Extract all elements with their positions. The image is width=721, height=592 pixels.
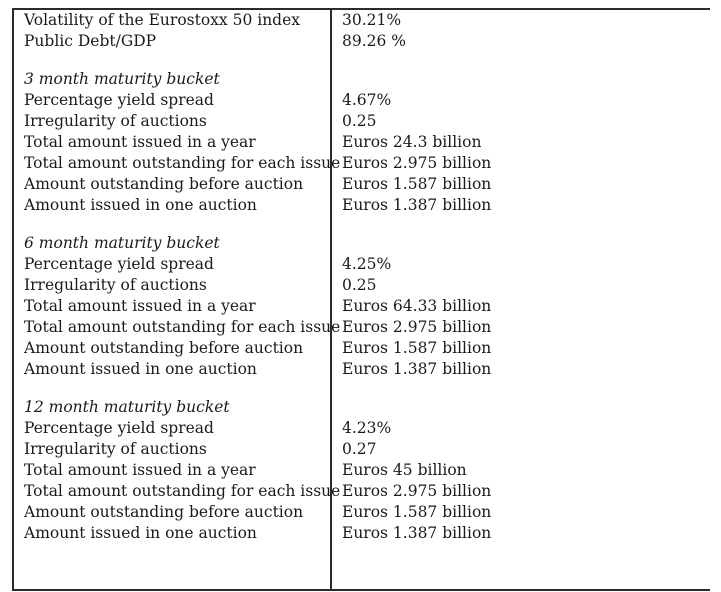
table-row: Total amount outstanding for each issue E… [12,317,710,338]
table-row: Public Debt/GDP 89.26 % [12,31,710,52]
row-value: 0.27 [342,440,377,458]
row-label: Amount outstanding before auction [24,503,304,521]
row-value: Euros 1.387 billion [342,360,492,378]
table-spacer-row [12,52,710,69]
row-label: Total amount outstanding for each issue [24,318,341,336]
table-row: Irregularity of auctions 0.27 [12,439,710,460]
row-label: Total amount outstanding for each issue [24,482,341,500]
row-label: Irregularity of auctions [24,276,207,294]
table-section-header-row: 3 month maturity bucket [12,69,710,90]
row-label: Irregularity of auctions [24,440,207,458]
table-row: Total amount outstanding for each issue E… [12,481,710,502]
table-body: Volatility of the Eurostoxx 50 index 30.2… [12,10,710,544]
row-label: Total amount issued in a year [24,461,256,479]
row-value: Euros 1.587 billion [342,339,492,357]
table-header-row-cropped [12,0,710,8]
table-bottom-rule [12,589,710,591]
row-value: Euros 2.975 billion [342,482,492,500]
table-row: Amount outstanding before auction Euros 1… [12,502,710,523]
table-row: Amount issued in one auction Euros 1.387 … [12,359,710,380]
table-row: Irregularity of auctions 0.25 [12,111,710,132]
table-row: Percentage yield spread 4.25% [12,254,710,275]
table-section-header-row: 6 month maturity bucket [12,233,710,254]
row-label: Volatility of the Eurostoxx 50 index [24,11,301,29]
table-spacer-row [12,380,710,397]
row-label: Amount issued in one auction [24,524,257,542]
row-value: 0.25 [342,112,377,130]
row-label: Amount issued in one auction [24,360,257,378]
row-value: 4.67% [342,91,392,109]
table-row: Amount outstanding before auction Euros 1… [12,174,710,195]
row-label: Amount outstanding before auction [24,339,304,357]
table-row: Total amount issued in a year Euros 45 bi… [12,460,710,481]
table-row: Irregularity of auctions 0.25 [12,275,710,296]
row-label: Amount issued in one auction [24,196,257,214]
row-value: 30.21% [342,11,402,29]
table-row: Total amount outstanding for each issue E… [12,153,710,174]
table-row: Percentage yield spread 4.23% [12,418,710,439]
table-row: Amount outstanding before auction Euros 1… [12,338,710,359]
table-row: Amount issued in one auction Euros 1.387 … [12,523,710,544]
row-label: Percentage yield spread [24,91,214,109]
table-spacer-row [12,216,710,233]
row-value: Euros 2.975 billion [342,318,492,336]
table-section-header-row: 12 month maturity bucket [12,397,710,418]
row-value: Euros 24.3 billion [342,133,482,151]
table-row: Total amount issued in a year Euros 24.3 … [12,132,710,153]
row-label: Percentage yield spread [24,419,214,437]
row-label: Public Debt/GDP [24,32,157,50]
section-header-label: 6 month maturity bucket [24,234,220,252]
row-value: Euros 1.387 billion [342,196,492,214]
row-label: Irregularity of auctions [24,112,207,130]
section-header-label: 12 month maturity bucket [24,398,230,416]
row-value: 89.26 % [342,32,407,50]
row-label: Total amount issued in a year [24,297,256,315]
table-row: Volatility of the Eurostoxx 50 index 30.2… [12,10,710,31]
table-row: Amount issued in one auction Euros 1.387 … [12,195,710,216]
row-value: 4.25% [342,255,392,273]
row-value: Euros 1.387 billion [342,524,492,542]
row-value: Euros 45 billion [342,461,467,479]
table-row: Percentage yield spread 4.67% [12,90,710,111]
row-label: Percentage yield spread [24,255,214,273]
row-value: 0.25 [342,276,377,294]
section-header-label: 3 month maturity bucket [24,70,220,88]
row-value: 4.23% [342,419,392,437]
row-value: Euros 64.33 billion [342,297,492,315]
row-label: Total amount issued in a year [24,133,256,151]
row-label: Amount outstanding before auction [24,175,304,193]
row-label: Total amount outstanding for each issue [24,154,341,172]
parameters-table: Volatility of the Eurostoxx 50 index 30.2… [12,8,710,591]
table-row: Total amount issued in a year Euros 64.33… [12,296,710,317]
row-value: Euros 1.587 billion [342,175,492,193]
row-value: Euros 1.587 billion [342,503,492,521]
row-value: Euros 2.975 billion [342,154,492,172]
